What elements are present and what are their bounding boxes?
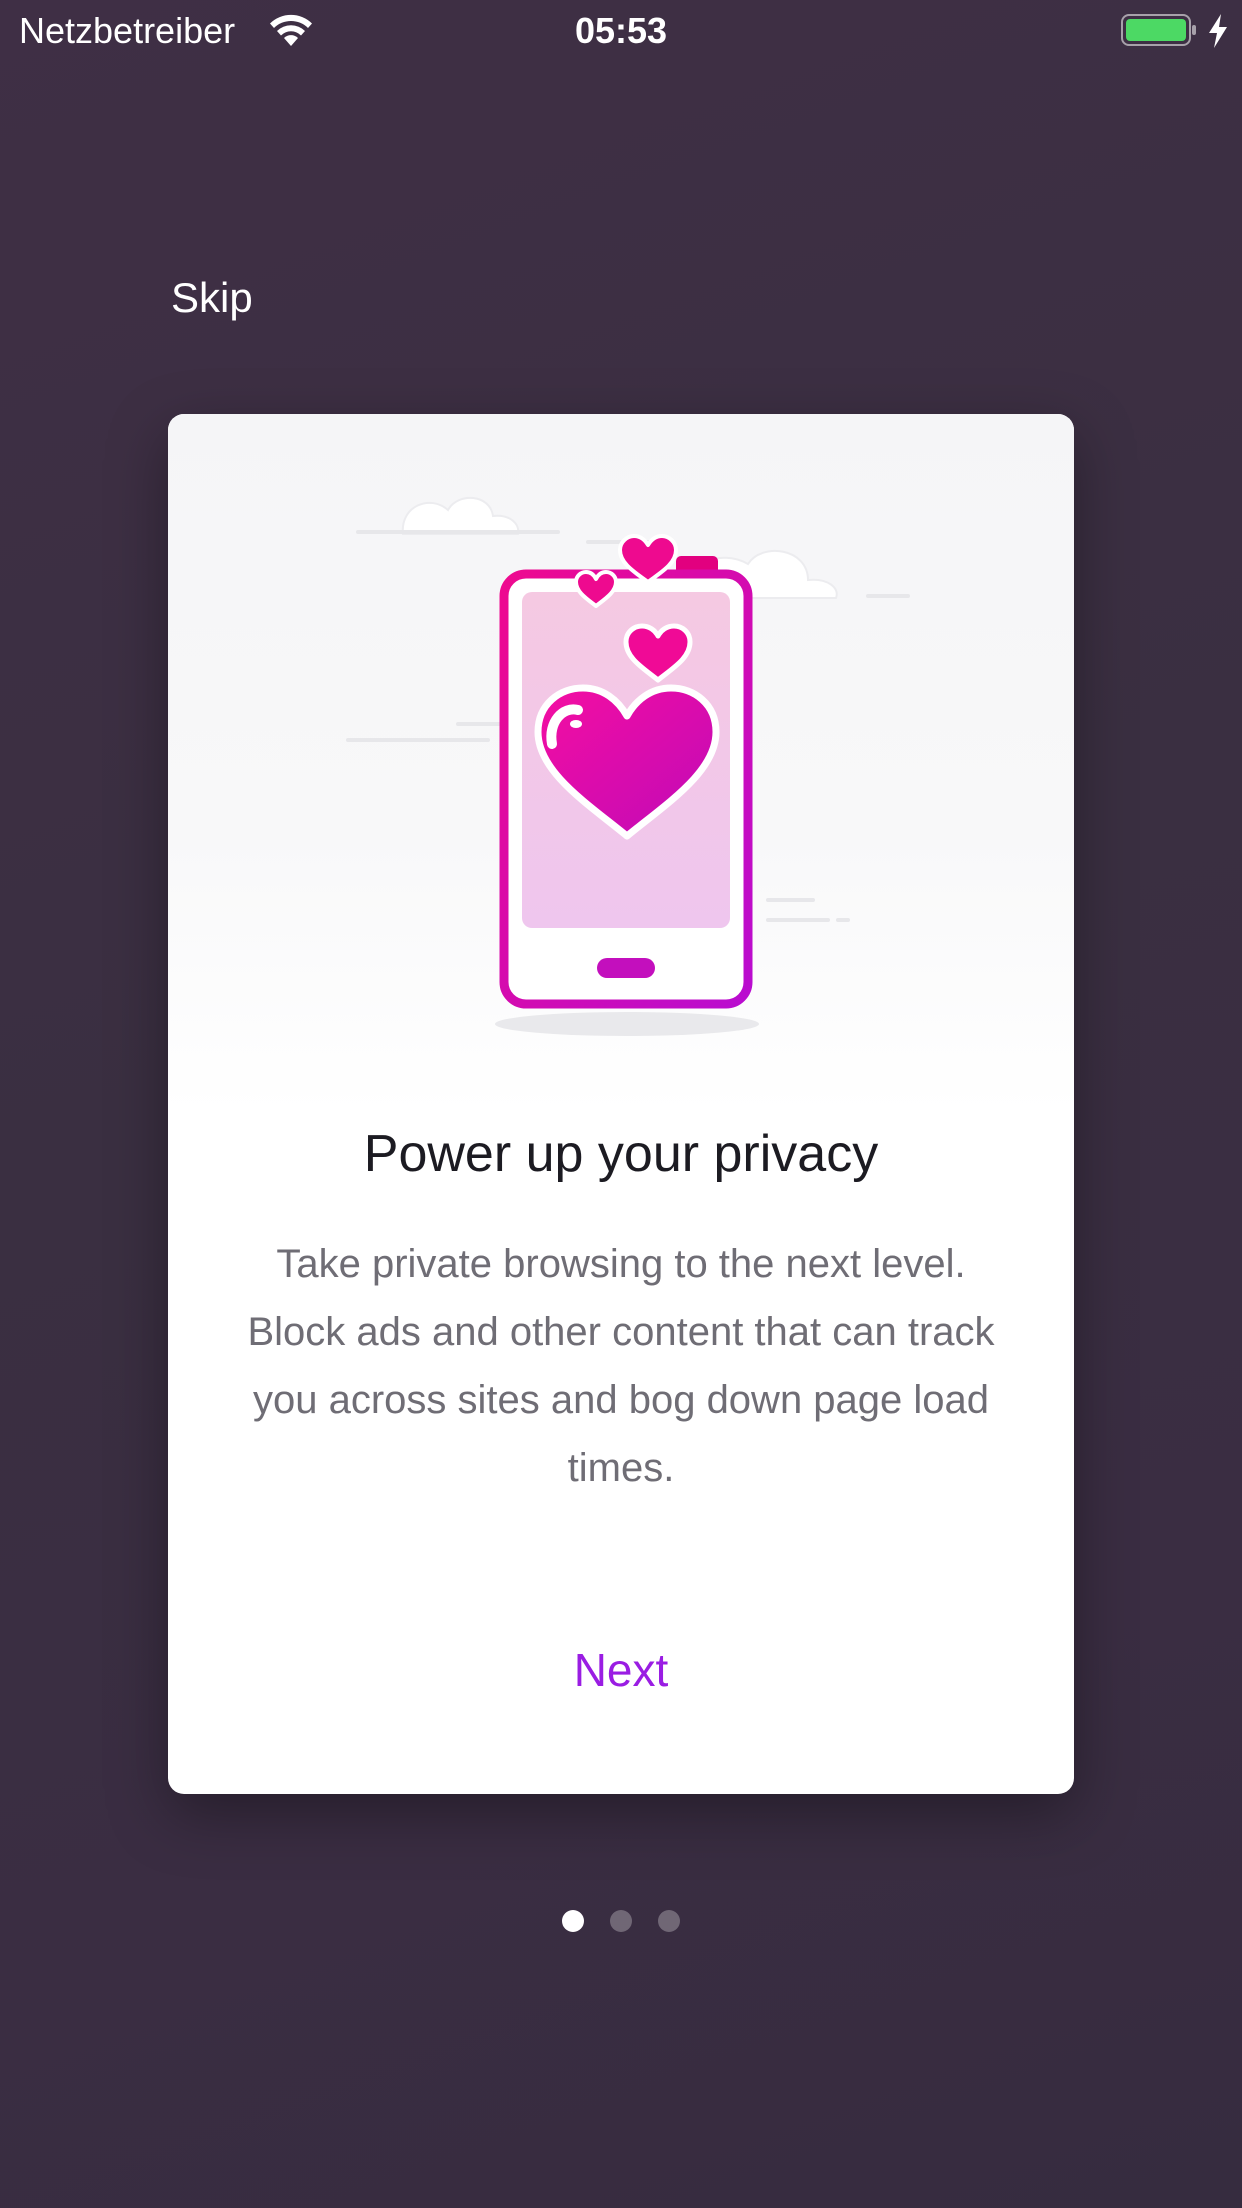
onboarding-description: Take private browsing to the next level.… xyxy=(247,1242,995,1490)
onboarding-title: Power up your privacy xyxy=(363,1125,879,1183)
onboarding-card: Power up your privacy Take private brows… xyxy=(168,414,1074,1794)
page-indicator[interactable] xyxy=(0,1910,1242,1934)
skip-button[interactable]: Skip xyxy=(171,270,253,326)
phone-with-hearts-illustration xyxy=(346,496,910,1036)
page-dot-2[interactable] xyxy=(610,1910,632,1932)
page-dot-1[interactable] xyxy=(562,1910,584,1932)
page-dot-3[interactable] xyxy=(658,1910,680,1932)
charging-icon xyxy=(1209,14,1227,48)
status-bar: Netzbetreiber 05:53 xyxy=(0,0,1242,62)
clock: 05:53 xyxy=(574,10,668,51)
battery-icon xyxy=(1121,14,1196,46)
next-button[interactable]: Next xyxy=(168,1640,1074,1700)
